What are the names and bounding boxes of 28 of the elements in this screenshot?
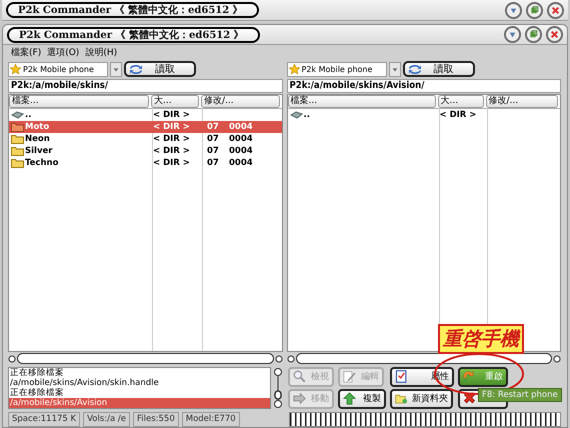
status-cell: Model:E770 bbox=[182, 412, 240, 427]
file-time: 0004 bbox=[229, 122, 253, 132]
file-size: < DIR > bbox=[153, 146, 190, 156]
file-size: < DIR > bbox=[153, 110, 190, 120]
file-name: Moto bbox=[25, 122, 50, 132]
window-title: P2k Commander 《 繁體中文化：ed6512 》 bbox=[7, 26, 260, 43]
status-cell: Vols:/a /e bbox=[83, 412, 130, 427]
file-time: 0004 bbox=[229, 158, 253, 168]
file-time: 0004 bbox=[229, 146, 253, 156]
file-name: Techno bbox=[25, 158, 58, 168]
status-cell: Space:11175 K bbox=[8, 412, 80, 427]
file-size: < DIR > bbox=[440, 110, 476, 120]
file-date: 07 bbox=[207, 146, 220, 156]
annotation-label: 重啓手機 bbox=[438, 324, 524, 354]
file-name: .. bbox=[25, 110, 32, 120]
window-title: P2k Commander 《 繁體中文化：ed6512 》 bbox=[6, 2, 259, 18]
file-name: .. bbox=[304, 110, 310, 120]
file-date: 07 bbox=[207, 158, 220, 168]
file-date: 07 bbox=[207, 122, 220, 132]
file-size: < DIR > bbox=[153, 134, 190, 144]
tooltip: F8: Restart phone bbox=[478, 388, 562, 402]
status-cell: Files:550 bbox=[132, 412, 179, 427]
file-time: 0004 bbox=[229, 134, 253, 144]
file-size: < DIR > bbox=[153, 158, 190, 168]
file-name: Neon bbox=[25, 134, 50, 144]
file-date: 07 bbox=[207, 134, 220, 144]
file-name: Silver bbox=[25, 146, 52, 156]
file-size: < DIR > bbox=[153, 122, 190, 132]
